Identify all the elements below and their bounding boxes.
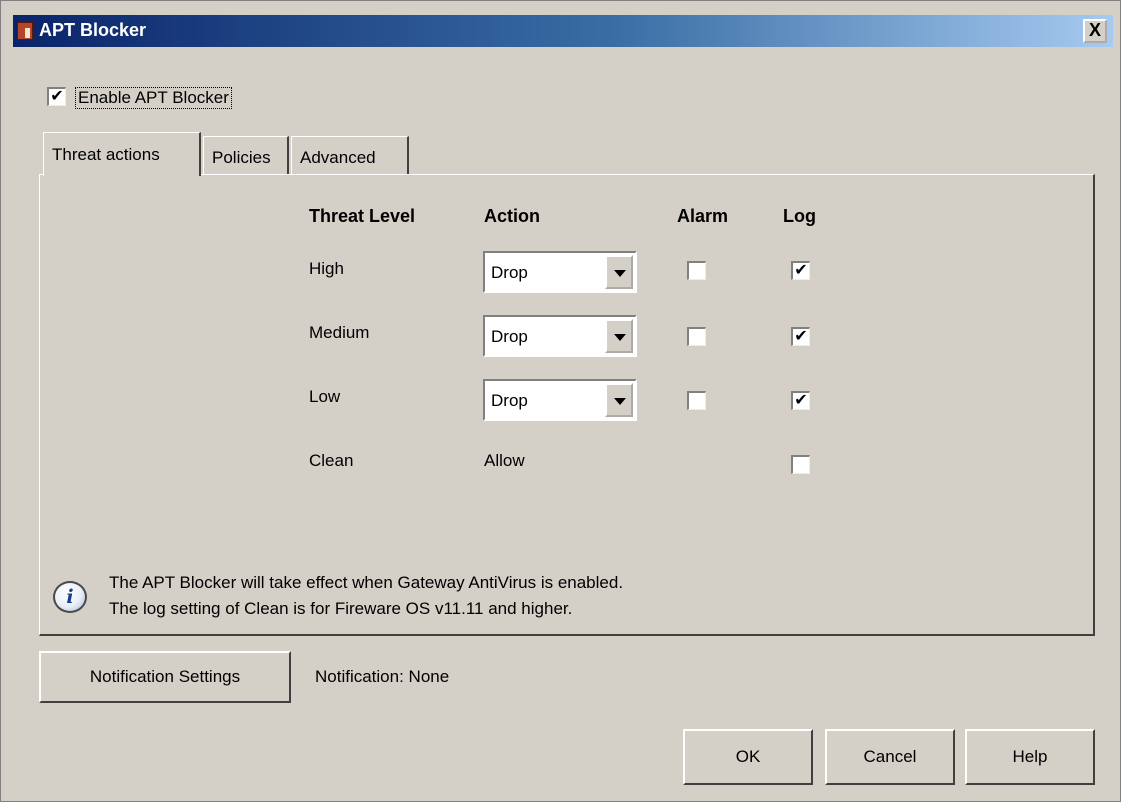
close-icon: X: [1088, 20, 1101, 40]
tab-policies[interactable]: Policies: [203, 136, 289, 174]
tab-advanced[interactable]: Advanced: [291, 136, 409, 174]
check-icon: ✔: [50, 88, 64, 105]
ok-button[interactable]: OK: [683, 729, 813, 785]
notification-status: Notification: None: [315, 667, 450, 686]
info-line-1: The APT Blocker will take effect when Ga…: [109, 573, 624, 592]
tab-threat-actions[interactable]: Threat actions: [43, 132, 201, 176]
cancel-button[interactable]: Cancel: [825, 729, 955, 785]
window-title: APT Blocker: [39, 20, 147, 40]
enable-apt-blocker-checkbox[interactable]: ✔: [47, 87, 66, 106]
enable-apt-blocker-label[interactable]: Enable APT Blocker: [75, 87, 232, 109]
info-icon: i: [53, 581, 87, 613]
threat-actions-panel: [39, 174, 1095, 636]
info-line-2: The log setting of Clean is for Fireware…: [109, 599, 573, 618]
title-bar[interactable]: APT Blocker: [13, 15, 1113, 47]
notification-settings-button[interactable]: Notification Settings: [39, 651, 291, 703]
app-icon: [17, 22, 33, 40]
close-button[interactable]: X: [1083, 19, 1107, 43]
apt-blocker-dialog: APT Blocker X ✔ Enable APT Blocker Threa…: [0, 0, 1121, 802]
help-button[interactable]: Help: [965, 729, 1095, 785]
